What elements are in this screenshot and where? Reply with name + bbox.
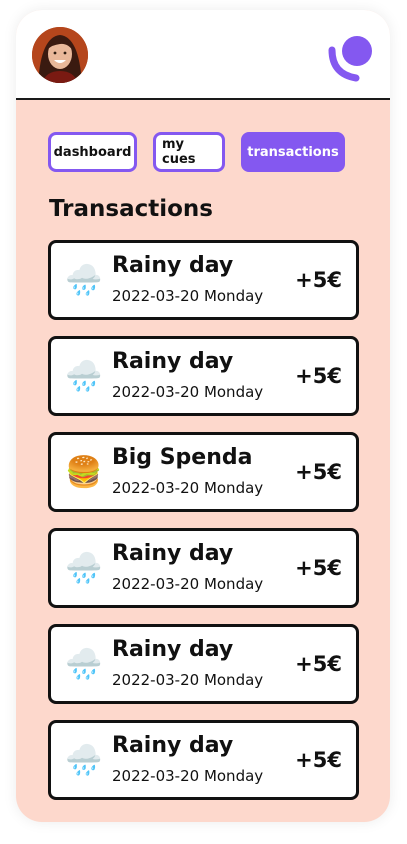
transaction-amount: +5€ (295, 652, 342, 676)
transaction-date: 2022-03-20 Monday (112, 479, 264, 497)
rain-cloud-icon: 🌧️ (65, 263, 103, 298)
transaction-title: Rainy day (112, 637, 234, 662)
rain-cloud-icon: 🌧️ (65, 359, 103, 394)
transaction-date: 2022-03-20 Monday (112, 767, 264, 785)
tab-my-cues[interactable]: my cues (153, 132, 225, 172)
rain-cloud-icon: 🌧️ (65, 743, 103, 778)
transaction-date: 2022-03-20 Monday (112, 671, 264, 689)
transaction-date: 2022-03-20 Monday (112, 575, 264, 593)
transaction-amount: +5€ (295, 460, 342, 484)
avatar[interactable] (32, 27, 88, 83)
transaction-title: Rainy day (112, 541, 234, 566)
burger-icon: 🍔 (65, 455, 103, 490)
rain-cloud-icon: 🌧️ (65, 647, 103, 682)
rain-cloud-icon: 🌧️ (65, 551, 103, 586)
transaction-card[interactable]: 🌧️ Rainy day 2022-03-20 Monday +5€ (48, 240, 359, 320)
page-title: Transactions (49, 196, 213, 222)
transaction-date: 2022-03-20 Monday (112, 383, 264, 401)
transaction-card[interactable]: 🌧️ Rainy day 2022-03-20 Monday +5€ (48, 528, 359, 608)
avatar-image (32, 27, 88, 83)
brand-logo-icon[interactable] (328, 34, 376, 82)
transaction-title: Big Spenda (112, 445, 253, 470)
tab-dashboard[interactable]: dashboard (48, 132, 137, 172)
transaction-amount: +5€ (295, 748, 342, 772)
transaction-title: Rainy day (112, 253, 234, 278)
transaction-card[interactable]: 🌧️ Rainy day 2022-03-20 Monday +5€ (48, 624, 359, 704)
tab-transactions[interactable]: transactions (241, 132, 345, 172)
transaction-card[interactable]: 🌧️ Rainy day 2022-03-20 Monday +5€ (48, 336, 359, 416)
app-screen: dashboard my cues transactions Transacti… (16, 10, 390, 822)
transaction-list: 🌧️ Rainy day 2022-03-20 Monday +5€ 🌧️ Ra… (48, 240, 359, 816)
transaction-date: 2022-03-20 Monday (112, 287, 264, 305)
transaction-card[interactable]: 🌧️ Rainy day 2022-03-20 Monday +5€ (48, 720, 359, 800)
nav-tabs: dashboard my cues transactions (48, 132, 345, 172)
transaction-title: Rainy day (112, 733, 234, 758)
transaction-amount: +5€ (295, 556, 342, 580)
transaction-amount: +5€ (295, 364, 342, 388)
top-bar (16, 10, 390, 100)
transaction-amount: +5€ (295, 268, 342, 292)
transaction-title: Rainy day (112, 349, 234, 374)
transaction-card[interactable]: 🍔 Big Spenda 2022-03-20 Monday +5€ (48, 432, 359, 512)
